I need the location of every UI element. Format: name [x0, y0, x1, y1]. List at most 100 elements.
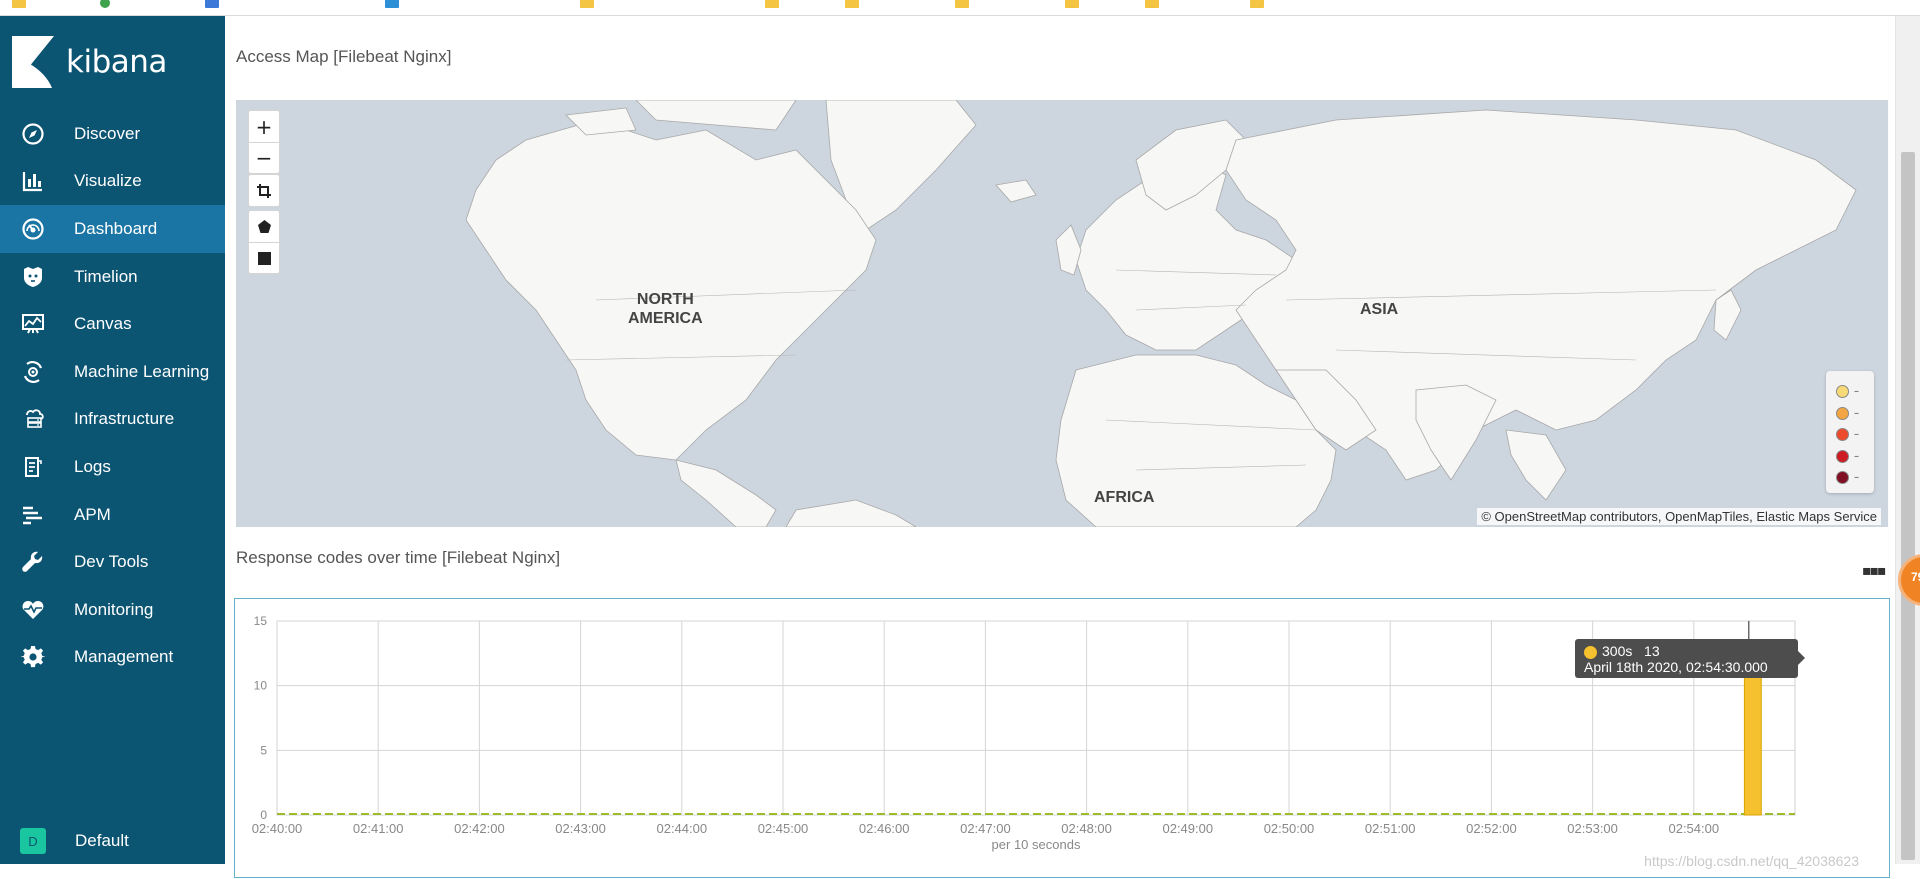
bookmark-item[interactable]	[580, 0, 600, 8]
tooltip-arrow	[1798, 651, 1805, 665]
bookmark-item[interactable]	[100, 0, 116, 8]
dashboard-icon	[20, 216, 46, 242]
bookmark-item[interactable]	[385, 0, 405, 8]
folder-icon	[765, 0, 779, 8]
x-tick-label: 02:48:00	[1061, 821, 1112, 836]
sidebar-item-machine-learning[interactable]: Machine Learning	[0, 348, 225, 396]
sidebar-item-monitoring[interactable]: Monitoring	[0, 586, 225, 634]
bookmark-item[interactable]	[1145, 0, 1165, 8]
folder-icon	[1250, 0, 1264, 8]
sidebar-item-visualize[interactable]: Visualize	[0, 158, 225, 206]
folder-icon	[955, 0, 969, 8]
response-codes-chart[interactable]: 0 5 10 15 02:40:00 02:41:00 02:42:00 02:43:00 02…	[234, 598, 1890, 878]
draw-controls	[248, 210, 280, 274]
bookmark-icon	[385, 0, 399, 8]
sidebar-item-discover[interactable]: Discover	[0, 110, 225, 158]
bookmark-item[interactable]	[205, 0, 225, 8]
rectangle-icon	[257, 251, 271, 265]
kibana-logo[interactable]: kibana	[12, 36, 167, 88]
legend-label: –	[1854, 386, 1859, 398]
y-tick-label: 15	[254, 614, 268, 628]
panel-options-button[interactable]: ▪▪▪	[1862, 563, 1887, 579]
apm-icon	[20, 502, 46, 528]
x-tick-label: 02:50:00	[1264, 821, 1315, 836]
logo-text: kibana	[66, 44, 167, 80]
zoom-in-button[interactable]: +	[249, 111, 279, 142]
crop-button[interactable]	[249, 175, 279, 206]
sidebar-item-label: APM	[74, 504, 111, 524]
scrollbar[interactable]	[1895, 16, 1920, 864]
bookmark-item[interactable]	[765, 0, 785, 8]
folder-icon	[12, 0, 26, 8]
legend-label: –	[1854, 407, 1859, 419]
bookmarks-bar	[0, 0, 1920, 16]
sidebar-item-label: Timelion	[74, 266, 138, 286]
x-tick-label: 02:43:00	[555, 821, 606, 836]
sidebar-item-label: Dev Tools	[74, 552, 149, 572]
sidebar-item-label: Machine Learning	[74, 361, 210, 381]
space-selector[interactable]: D Default	[0, 818, 225, 864]
kibana-logo-icon	[12, 36, 54, 88]
space-avatar: D	[20, 828, 46, 854]
heartbeat-icon	[20, 597, 46, 623]
sidebar-item-apm[interactable]: APM	[0, 491, 225, 539]
folder-icon	[1065, 0, 1079, 8]
x-tick-label: 02:45:00	[758, 821, 809, 836]
bookmark-item[interactable]	[1065, 0, 1085, 8]
plot-frame	[276, 620, 1796, 816]
sidebar-item-infrastructure[interactable]: Infrastructure	[0, 396, 225, 444]
sidebar: kibana Discover Visualize Dashboard Time…	[0, 16, 225, 864]
x-tick-label: 02:54:00	[1668, 821, 1719, 836]
bookmark-item[interactable]	[1250, 0, 1270, 8]
zoom-out-button[interactable]: −	[249, 142, 279, 173]
crop-control	[248, 174, 280, 207]
legend-swatch	[1836, 385, 1849, 399]
sidebar-item-timelion[interactable]: Timelion	[0, 253, 225, 301]
map-attribution[interactable]: © OpenStreetMap contributors, OpenMapTil…	[1477, 508, 1881, 525]
bookmark-item[interactable]	[12, 0, 32, 8]
tooltip-series: 300s	[1602, 643, 1633, 659]
x-tick-label: 02:53:00	[1567, 821, 1618, 836]
tooltip-time: April 18th 2020, 02:54:30.000	[1584, 659, 1768, 675]
access-map[interactable]: + − NORTH AMERICA ASIA AFRICA – – – – – …	[236, 100, 1888, 527]
bookmark-item[interactable]	[845, 0, 865, 8]
legend-item: –	[1836, 403, 1874, 425]
sidebar-item-label: Management	[74, 647, 174, 667]
sidebar-item-label: Visualize	[74, 171, 142, 191]
map-panel-title: Access Map [Filebeat Nginx]	[236, 47, 452, 66]
scrollbar-thumb[interactable]	[1901, 152, 1915, 860]
draw-polygon-button[interactable]	[249, 211, 279, 242]
legend-item: –	[1836, 381, 1874, 403]
space-label: Default	[75, 831, 129, 850]
dashboard-content: Access Map [Filebeat Nginx] + − NORTH AM…	[225, 16, 1895, 878]
sidebar-item-management[interactable]: Management	[0, 634, 225, 682]
legend-item: –	[1836, 446, 1874, 468]
machine-learning-icon	[20, 359, 46, 385]
sidebar-item-label: Discover	[74, 123, 141, 143]
legend-swatch	[1836, 449, 1849, 463]
x-tick-label: 02:44:00	[656, 821, 707, 836]
bookmark-item[interactable]	[955, 0, 975, 8]
logs-icon	[20, 454, 46, 480]
zoom-controls: + −	[248, 110, 280, 174]
y-tick-label: 10	[254, 679, 268, 693]
bar-chart-icon	[20, 168, 46, 194]
draw-rectangle-button[interactable]	[249, 242, 279, 273]
sidebar-item-label: Infrastructure	[74, 409, 175, 429]
timelion-icon	[20, 264, 46, 290]
continent-label: AFRICA	[1094, 489, 1155, 506]
sidebar-item-dev-tools[interactable]: Dev Tools	[0, 538, 225, 586]
tooltip-value: 13	[1644, 643, 1660, 659]
sidebar-item-label: Logs	[74, 456, 111, 476]
gear-icon	[20, 644, 46, 670]
legend-item: –	[1836, 467, 1874, 489]
chart-tooltip: 300s 13 April 18th 2020, 02:54:30.000	[1575, 639, 1805, 678]
sidebar-item-canvas[interactable]: Canvas	[0, 300, 225, 348]
y-tick-label: 5	[260, 743, 267, 757]
x-tick-label: 02:46:00	[859, 821, 910, 836]
watermark: https://blog.csdn.net/qq_42038623	[1644, 853, 1859, 869]
sidebar-item-dashboard[interactable]: Dashboard	[0, 205, 225, 253]
folder-icon	[845, 0, 859, 8]
sidebar-item-logs[interactable]: Logs	[0, 443, 225, 491]
y-tick-label: 0	[260, 808, 267, 822]
